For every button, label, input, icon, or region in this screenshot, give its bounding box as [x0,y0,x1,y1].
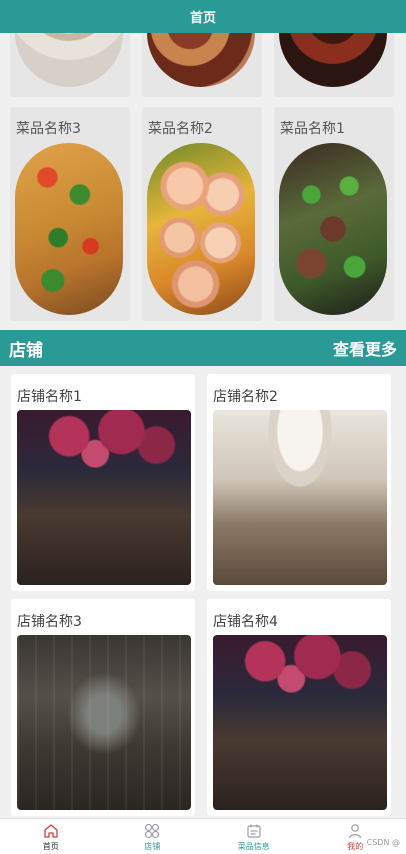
dish-card[interactable] [10,33,130,97]
shop-card[interactable]: 店铺名称2 [207,374,391,591]
shop-card[interactable]: 店铺名称3 [11,599,195,816]
tab-label: 店铺 [144,841,161,851]
shop-image [213,635,387,810]
dish-image [147,33,255,87]
tab-label: 我的 [347,841,364,851]
dish-row-partial [0,33,406,97]
dish-name: 菜品名称1 [280,121,345,137]
tab-label: 首页 [42,841,59,851]
shop-image [17,635,191,810]
tab-dish-info[interactable]: 菜品信息 [203,819,305,854]
dish-card[interactable]: 菜品名称1 [274,107,394,321]
dish-card[interactable]: 菜品名称3 [10,107,130,321]
tab-shop[interactable]: 店铺 [102,819,204,854]
dish-info-icon [245,822,263,840]
dish-name: 菜品名称3 [16,121,81,137]
shop-image [213,410,387,585]
page-title: 首页 [189,11,216,26]
shop-section-title: 店铺 [9,340,43,361]
dish-image [147,143,255,315]
shop-grid-icon [143,822,161,840]
dish-image [15,33,123,87]
tab-mine[interactable]: 我的 [305,819,406,854]
dish-image [279,33,387,87]
dish-image [279,143,387,315]
view-more-link[interactable]: 查看更多 [333,336,397,360]
user-icon [346,822,364,840]
bottom-tab-bar: 首页 店铺 菜品信息 我的 [0,818,406,854]
shop-name: 店铺名称2 [213,389,278,405]
csdn-watermark: CSDN @ [366,838,400,847]
main-scroll-area[interactable]: 菜品名称3 菜品名称2 菜品名称1 店铺 查看更多 店铺名称1 店铺名称2 店铺… [0,33,406,818]
dish-image [15,143,123,315]
tab-home[interactable]: 首页 [0,819,102,854]
dish-card[interactable]: 菜品名称2 [142,107,262,321]
shop-name: 店铺名称1 [17,389,82,405]
top-bar: 首页 [0,0,406,33]
shop-name: 店铺名称4 [213,614,278,630]
shop-card[interactable]: 店铺名称1 [11,374,195,591]
dish-card[interactable] [142,33,262,97]
dish-card[interactable] [274,33,394,97]
shop-card[interactable]: 店铺名称4 [207,599,391,816]
dish-name: 菜品名称2 [148,121,213,137]
tab-label: 菜品信息 [237,841,270,851]
dish-row: 菜品名称3 菜品名称2 菜品名称1 [0,107,406,321]
shop-image [17,410,191,585]
home-icon [42,822,60,840]
shop-name: 店铺名称3 [17,614,82,630]
shop-section-header: 店铺 查看更多 [0,330,406,366]
